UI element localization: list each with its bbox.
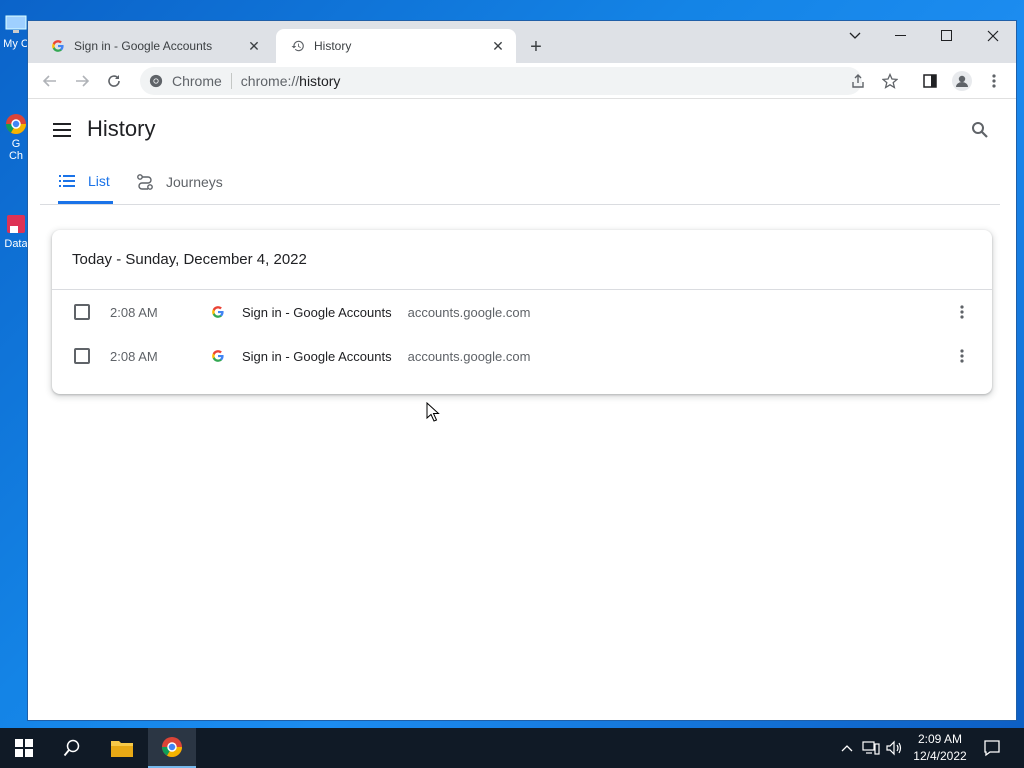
tab-journeys[interactable]: Journeys [136, 160, 223, 204]
minimize-button[interactable] [878, 21, 924, 51]
search-icon[interactable] [968, 118, 992, 142]
chrome-shortcut-icon [4, 112, 28, 136]
volume-icon[interactable] [884, 728, 904, 768]
url-path: history [299, 73, 341, 89]
journeys-icon [136, 173, 154, 191]
desktop-icon-label: Data [4, 238, 28, 250]
history-entry[interactable]: 2:08 AM Sign in - Google Accounts accoun… [52, 334, 992, 378]
tab-sign-in[interactable]: Sign in - Google Accounts ✕ [36, 29, 272, 63]
close-window-button[interactable] [970, 21, 1016, 51]
google-g-icon [210, 304, 226, 320]
hamburger-menu-icon[interactable] [50, 118, 74, 142]
start-button[interactable] [0, 728, 48, 768]
desktop-icon-chrome[interactable]: G Ch [2, 112, 30, 162]
history-icon [290, 38, 306, 54]
tab-strip: Sign in - Google Accounts ✕ History ✕ + [28, 21, 1016, 63]
more-actions-icon[interactable] [952, 346, 972, 366]
notification-center-icon[interactable] [980, 728, 1004, 768]
share-icon[interactable] [846, 69, 870, 93]
omnibox-divider [230, 73, 232, 89]
tab-search-button[interactable] [832, 21, 878, 51]
tab-history[interactable]: History ✕ [276, 29, 516, 63]
google-g-icon [50, 38, 66, 54]
taskbar: 2:09 AM 12/4/2022 [0, 728, 1024, 768]
more-actions-icon[interactable] [952, 302, 972, 322]
reload-button[interactable] [102, 69, 126, 93]
entry-time: 2:08 AM [110, 348, 158, 364]
address-bar[interactable]: Chrome chrome://history [140, 67, 862, 95]
list-icon [58, 172, 76, 190]
chrome-taskbar-icon[interactable] [148, 728, 196, 768]
day-header: Today - Sunday, December 4, 2022 [52, 230, 992, 290]
back-button[interactable] [38, 69, 62, 93]
site-chip-label: Chrome [172, 73, 222, 89]
side-panel-icon[interactable] [918, 69, 942, 93]
tab-label: List [88, 172, 110, 189]
desktop-icon-my-computer[interactable]: My C [2, 12, 30, 50]
new-tab-button[interactable]: + [524, 35, 548, 59]
google-g-icon [210, 348, 226, 364]
close-icon[interactable]: ✕ [244, 36, 264, 56]
tab-title: Sign in - Google Accounts [74, 39, 213, 53]
desktop-icon-label: G Ch [8, 138, 24, 162]
desktop-icon-label: My C [3, 38, 29, 50]
history-day-card: Today - Sunday, December 4, 2022 2:08 AM… [52, 230, 992, 394]
show-hidden-icons-chevron-icon[interactable] [838, 728, 856, 768]
forward-button[interactable] [70, 69, 94, 93]
browser-window: Sign in - Google Accounts ✕ History ✕ + [28, 21, 1016, 720]
entry-domain: accounts.google.com [407, 304, 531, 320]
search-icon[interactable] [48, 728, 96, 768]
entry-title-link[interactable]: Sign in - Google Accounts [242, 349, 392, 364]
history-page: History List Journeys Today - Sunday, De… [28, 100, 1016, 720]
entry-domain: accounts.google.com [407, 348, 531, 364]
bookmark-star-icon[interactable] [878, 69, 902, 93]
desktop-icon-data[interactable]: Data [2, 212, 30, 250]
network-icon[interactable] [861, 728, 881, 768]
url-scheme: chrome:// [240, 73, 300, 89]
close-icon[interactable]: ✕ [488, 36, 508, 56]
clock-date: 12/4/2022 [913, 749, 967, 763]
history-entry[interactable]: 2:08 AM Sign in - Google Accounts accoun… [52, 290, 992, 334]
chrome-site-icon [148, 73, 164, 89]
data-shortcut-icon [4, 212, 28, 236]
clock-time: 2:09 AM [917, 732, 963, 746]
file-explorer-icon[interactable] [98, 728, 146, 768]
mouse-cursor-icon [426, 401, 440, 427]
tab-label: Journeys [166, 174, 223, 190]
browser-toolbar: Chrome chrome://history [28, 63, 1016, 99]
entry-title-link[interactable]: Sign in - Google Accounts [242, 305, 392, 320]
history-tabs: List Journeys [40, 160, 1000, 205]
taskbar-clock[interactable]: 2:09 AM 12/4/2022 [908, 731, 972, 765]
tab-list[interactable]: List [58, 160, 113, 204]
tab-title: History [314, 39, 352, 53]
maximize-button[interactable] [924, 21, 970, 51]
computer-icon [4, 12, 28, 36]
entry-checkbox[interactable] [74, 348, 90, 364]
profile-avatar[interactable] [950, 69, 974, 93]
entry-checkbox[interactable] [74, 304, 90, 320]
more-menu-icon[interactable] [982, 69, 1006, 93]
page-title: History [87, 116, 156, 141]
entry-time: 2:08 AM [110, 304, 158, 320]
